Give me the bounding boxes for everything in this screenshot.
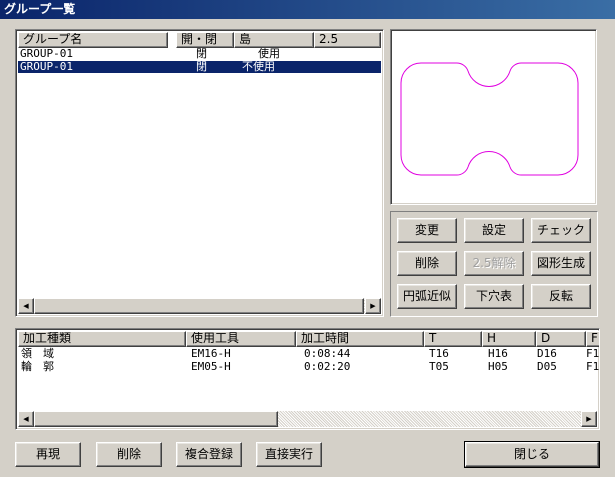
process-time: 0:02:20 (304, 360, 351, 373)
close-button[interactable]: 閉じる (464, 441, 600, 468)
group-row[interactable]: GROUP-01 閉 使用 (18, 47, 280, 60)
col-header-time[interactable]: 加工時間 (296, 331, 424, 347)
process-d: D05 (537, 360, 557, 373)
process-list-hscroll[interactable]: ◀ ▶ (18, 411, 597, 427)
process-h: H16 (488, 347, 508, 360)
composite-register-button[interactable]: 複合登録 (176, 442, 242, 467)
process-t: T16 (429, 347, 449, 360)
col-header-group-name[interactable]: グループ名 (18, 32, 168, 48)
group-row-selected[interactable]: GROUP-01 閉 不使用 (18, 61, 381, 73)
group-island: 不使用 (242, 60, 275, 73)
scroll-thumb[interactable] (34, 298, 364, 314)
scroll-left-arrow-icon[interactable]: ◀ (18, 411, 34, 427)
process-row[interactable]: 輪 郭 EM05-H 0:02:20 T05 H05 D05 F1 (18, 360, 600, 373)
group-name: GROUP-01 (20, 47, 73, 60)
process-f: F1 (586, 360, 600, 373)
process-tool: EM05-H (191, 360, 231, 373)
invert-button[interactable]: 反転 (531, 284, 591, 309)
col-header-d[interactable]: D (536, 331, 586, 347)
scroll-left-arrow-icon[interactable]: ◀ (18, 298, 34, 314)
generate-shape-button[interactable]: 図形生成 (531, 251, 591, 276)
process-t: T05 (429, 360, 449, 373)
settings-button[interactable]: 設定 (464, 218, 524, 243)
group-open-close: 閉 (196, 60, 207, 73)
col-header-t[interactable]: T (424, 331, 482, 347)
scroll-right-arrow-icon[interactable]: ▶ (365, 298, 381, 314)
process-list[interactable]: 加工種類 使用工具 加工時間 T H D F 領 域 EM16-H 0:08:4… (15, 328, 600, 430)
shape-outline-icon (400, 62, 579, 176)
process-h: H05 (488, 360, 508, 373)
process-f: F1 (586, 347, 600, 360)
process-row[interactable]: 領 域 EM16-H 0:08:44 T16 H16 D16 F1 (18, 347, 600, 360)
group-list-hscroll[interactable]: ◀ ▶ (18, 298, 381, 314)
pilot-hole-table-button[interactable]: 下穴表 (464, 284, 524, 309)
col-header-process-type[interactable]: 加工種類 (18, 331, 186, 347)
group-name: GROUP-01 (20, 60, 73, 73)
release-2-5-button[interactable]: 2.5解除 (464, 251, 524, 276)
shape-preview (390, 29, 597, 205)
process-time: 0:08:44 (304, 347, 351, 360)
process-type: 領 域 (21, 347, 54, 360)
scroll-thumb[interactable] (34, 411, 278, 427)
arc-approx-button[interactable]: 円弧近似 (397, 284, 457, 309)
col-header-2-5[interactable]: 2.5 (314, 32, 381, 48)
col-header-island[interactable]: 島 (234, 32, 314, 48)
process-tool: EM16-H (191, 347, 231, 360)
col-header-f[interactable]: F (586, 331, 599, 347)
process-type: 輪 郭 (21, 360, 54, 373)
scroll-right-arrow-icon[interactable]: ▶ (581, 411, 597, 427)
process-d: D16 (537, 347, 557, 360)
col-header-open-close[interactable]: 開・閉 (176, 32, 234, 48)
group-open-close: 閉 (196, 47, 207, 60)
check-button[interactable]: チェック (531, 218, 591, 243)
delete-shape-button[interactable]: 削除 (397, 251, 457, 276)
window-title: グループ一覧 (0, 0, 615, 19)
replay-button[interactable]: 再現 (15, 442, 81, 467)
col-header-tool[interactable]: 使用工具 (186, 331, 296, 347)
group-list[interactable]: グループ名 開・閉 島 2.5 GROUP-01 閉 使用 GROUP-01 閉… (15, 29, 384, 317)
delete-button[interactable]: 削除 (96, 442, 162, 467)
direct-run-button[interactable]: 直接実行 (256, 442, 322, 467)
group-island: 使用 (258, 47, 280, 60)
change-button[interactable]: 変更 (397, 218, 457, 243)
col-header-h[interactable]: H (482, 331, 536, 347)
